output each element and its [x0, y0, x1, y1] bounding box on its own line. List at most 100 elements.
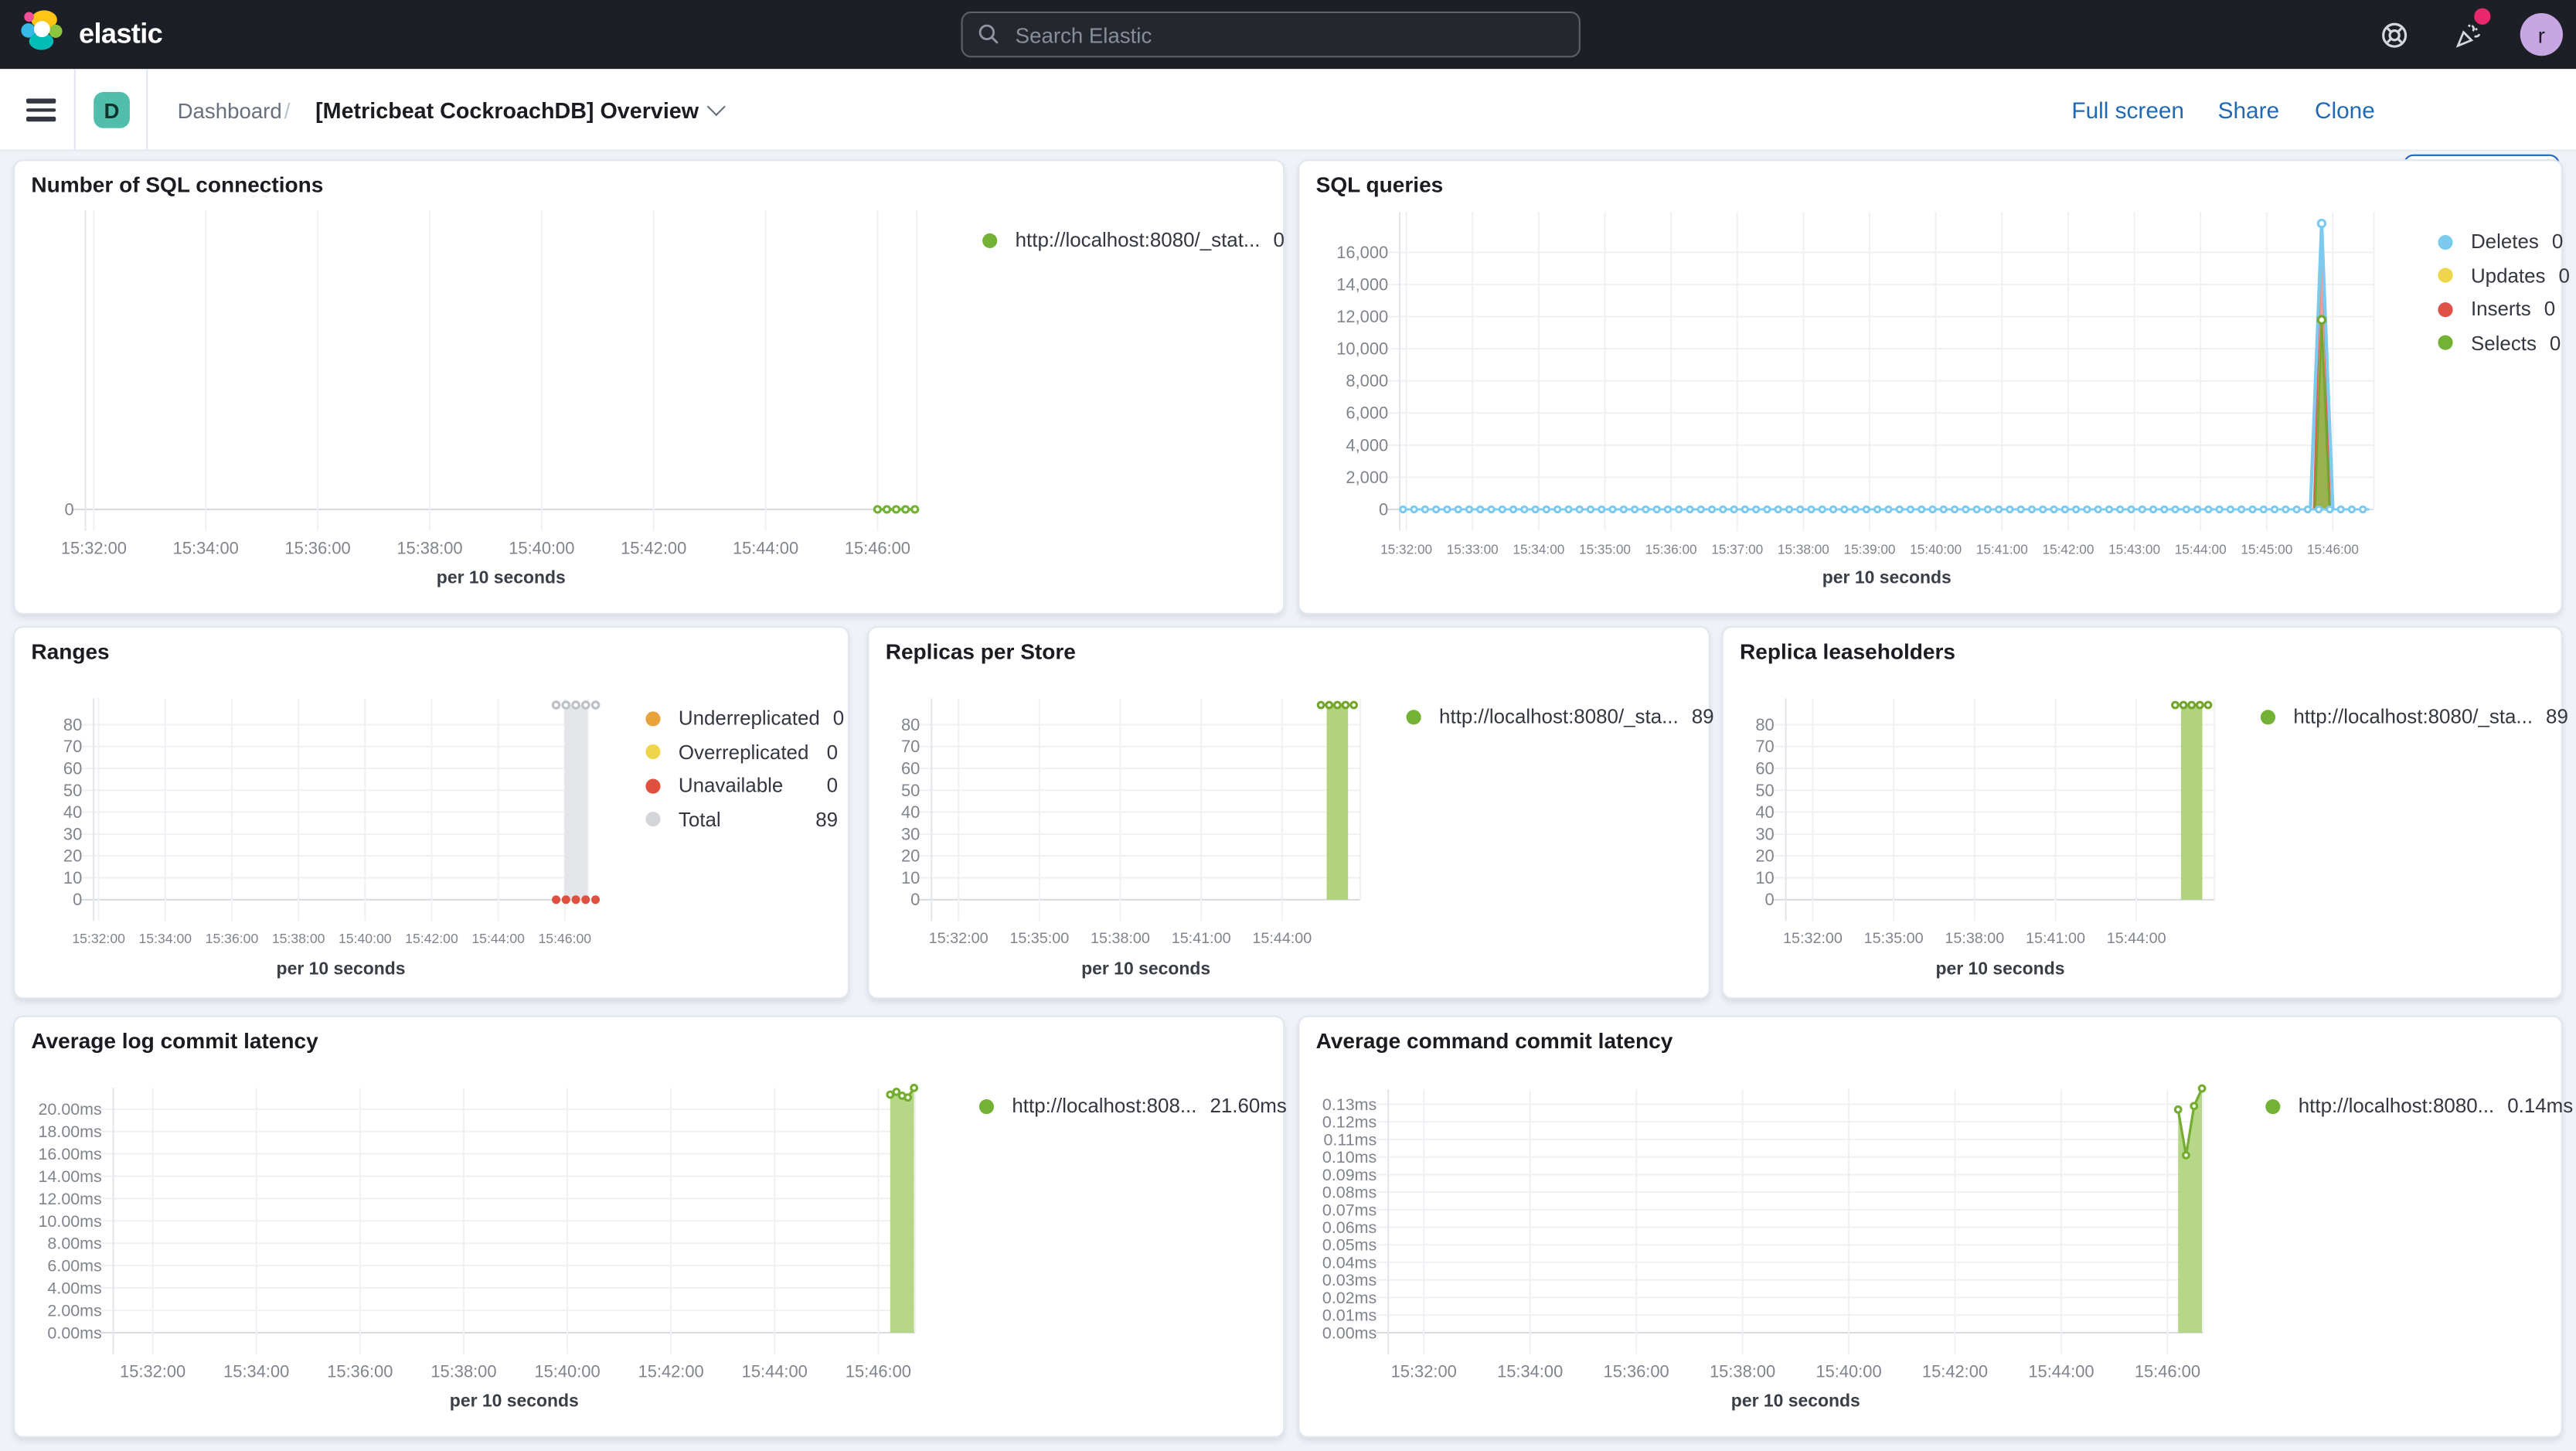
svg-text:15:34:00: 15:34:00 — [1497, 1361, 1563, 1381]
breadcrumb-dashboard[interactable]: Dashboard — [168, 69, 292, 151]
legend-series-label: http://localhost:8080/_sta... — [2293, 704, 2533, 728]
svg-text:15:44:00: 15:44:00 — [1252, 930, 1312, 947]
chart-replica-leaseholders[interactable]: 0 10 20 30 40 50 60 70 80 15:32:00 15:35:00 15:38:0… — [1724, 628, 2564, 1001]
legend-item[interactable]: Inserts 0 — [2438, 298, 2555, 320]
legend-item[interactable]: http://localhost:8080/_stat... 0 — [982, 228, 1285, 252]
full-screen-button[interactable]: Full screen — [2062, 69, 2194, 151]
svg-text:15:45:00: 15:45:00 — [2241, 541, 2292, 557]
svg-text:30: 30 — [63, 824, 82, 843]
svg-text:2,000: 2,000 — [1346, 468, 1388, 487]
svg-text:15:34:00: 15:34:00 — [1513, 541, 1564, 557]
legend-item[interactable]: Selects 0 — [2438, 331, 2561, 354]
svg-text:15:32:00: 15:32:00 — [1391, 1361, 1457, 1381]
chart-average-log-commit-latency[interactable]: 0.00ms 2.00ms 4.00ms 6.00ms 8.00ms 10.00ms 12.… — [15, 1017, 1286, 1439]
svg-text:15:38:00: 15:38:00 — [272, 931, 325, 946]
svg-text:15:35:00: 15:35:00 — [1864, 930, 1924, 947]
svg-text:15:44:00: 15:44:00 — [742, 1361, 808, 1381]
svg-text:80: 80 — [63, 715, 82, 734]
svg-text:16,000: 16,000 — [1336, 243, 1388, 262]
svg-text:15:44:00: 15:44:00 — [2028, 1361, 2094, 1381]
svg-text:15:40:00: 15:40:00 — [1815, 1361, 1881, 1381]
svg-text:0.02ms: 0.02ms — [1322, 1289, 1376, 1307]
divider — [146, 69, 148, 152]
svg-text:15:42:00: 15:42:00 — [638, 1361, 704, 1381]
share-button[interactable]: Share — [2208, 69, 2289, 151]
legend-item[interactable]: Overreplicated 0 — [645, 741, 838, 763]
svg-text:80: 80 — [901, 715, 920, 734]
legend-series-label: http://localhost:8080/_stat... — [1015, 228, 1261, 252]
svg-text:70: 70 — [901, 737, 920, 756]
svg-text:15:44:00: 15:44:00 — [2175, 541, 2227, 557]
legend-series-dot-icon — [982, 232, 998, 247]
svg-text:0.09ms: 0.09ms — [1322, 1166, 1376, 1184]
user-avatar[interactable]: r — [2520, 13, 2563, 56]
svg-text:10.00ms: 10.00ms — [38, 1212, 101, 1231]
legend-series-label: Underreplicated — [678, 707, 820, 730]
breadcrumb-separator: / — [284, 97, 291, 123]
legend-series-value: 89 — [815, 807, 839, 831]
svg-text:10,000: 10,000 — [1336, 339, 1388, 359]
svg-text:15:35:00: 15:35:00 — [1579, 541, 1631, 557]
svg-text:70: 70 — [1755, 737, 1774, 756]
notification-dot — [2474, 8, 2491, 25]
legend-series-value: 0 — [832, 707, 845, 730]
svg-text:50: 50 — [901, 781, 920, 800]
svg-text:40: 40 — [63, 802, 82, 822]
chevron-down-icon — [707, 97, 727, 117]
svg-text:16.00ms: 16.00ms — [38, 1145, 101, 1163]
menu-hamburger-icon[interactable] — [22, 90, 61, 130]
legend-series-value: 0 — [1273, 228, 1285, 252]
chart-sql-queries[interactable]: 0 2,000 4,000 6,000 8,000 10,000 12,000 14,000 1… — [1299, 161, 2564, 616]
svg-text:50: 50 — [63, 781, 82, 800]
svg-text:15:44:00: 15:44:00 — [471, 931, 525, 946]
brand-name: elastic — [79, 18, 163, 49]
legend-item[interactable]: Updates 0 — [2438, 264, 2570, 287]
legend-item[interactable]: Deletes 0 — [2438, 230, 2563, 253]
svg-text:12.00ms: 12.00ms — [38, 1190, 101, 1208]
legend-series-dot-icon — [1406, 709, 1421, 724]
legend-item[interactable]: Underreplicated 0 — [645, 707, 844, 730]
svg-text:0: 0 — [73, 890, 82, 909]
legend-series-dot-icon — [645, 778, 661, 793]
space-badge[interactable]: D — [94, 92, 130, 128]
svg-text:15:38:00: 15:38:00 — [1710, 1361, 1775, 1381]
legend-item[interactable]: Unavailable 0 — [645, 774, 838, 797]
svg-text:per 10 seconds: per 10 seconds — [277, 959, 406, 979]
svg-text:15:32:00: 15:32:00 — [1783, 930, 1843, 947]
clone-button[interactable]: Clone — [2305, 69, 2384, 151]
legend-series-label: http://localhost:8080... — [2298, 1094, 2495, 1118]
global-search[interactable] — [961, 11, 1581, 58]
divider — [73, 69, 76, 152]
legend-item[interactable]: http://localhost:808... 21.60ms — [978, 1095, 1287, 1117]
svg-text:15:42:00: 15:42:00 — [2042, 541, 2094, 557]
svg-text:0.06ms: 0.06ms — [1322, 1218, 1376, 1237]
svg-text:15:46:00: 15:46:00 — [846, 1361, 911, 1381]
legend-series-value: 0.14ms — [2507, 1094, 2574, 1118]
svg-text:4.00ms: 4.00ms — [47, 1279, 101, 1298]
svg-text:15:38:00: 15:38:00 — [1091, 930, 1150, 947]
svg-text:15:46:00: 15:46:00 — [539, 931, 592, 946]
chart-replicas-per-store[interactable]: 0 10 20 30 40 50 60 70 80 15:32:00 15:35:00 15:38:0… — [869, 628, 1711, 1001]
search-input[interactable] — [1012, 20, 1564, 49]
legend-item[interactable]: http://localhost:8080... 0.14ms — [2265, 1094, 2573, 1118]
legend-series-dot-icon — [2438, 233, 2453, 250]
svg-text:15:32:00: 15:32:00 — [120, 1361, 185, 1381]
svg-text:15:46:00: 15:46:00 — [2307, 541, 2359, 557]
svg-text:per 10 seconds: per 10 seconds — [1935, 959, 2064, 979]
svg-text:15:34:00: 15:34:00 — [223, 1361, 289, 1381]
svg-text:10: 10 — [1755, 868, 1774, 887]
svg-text:0.04ms: 0.04ms — [1322, 1253, 1376, 1272]
legend-series-label: Updates — [2470, 264, 2546, 287]
legend-item[interactable]: http://localhost:8080/_sta... 89 — [1406, 705, 1714, 728]
dashboard-title[interactable]: [Metricbeat CockroachDB] Overview — [305, 69, 733, 151]
svg-text:15:36:00: 15:36:00 — [327, 1361, 393, 1381]
chart-average-command-commit-latency[interactable]: 0.00ms0.01ms0.02ms0.03ms0.04ms0.05ms0.06… — [1299, 1017, 2564, 1439]
help-icon[interactable] — [2370, 12, 2417, 58]
legend-item[interactable]: http://localhost:8080/_sta... 89 — [2260, 704, 2568, 728]
svg-text:30: 30 — [901, 824, 920, 843]
legend-item[interactable]: Total 89 — [645, 808, 838, 831]
svg-text:15:35:00: 15:35:00 — [1009, 930, 1069, 947]
svg-text:15:32:00: 15:32:00 — [929, 930, 989, 947]
legend-series-dot-icon — [2438, 267, 2453, 283]
elastic-brand[interactable]: elastic — [20, 9, 163, 60]
